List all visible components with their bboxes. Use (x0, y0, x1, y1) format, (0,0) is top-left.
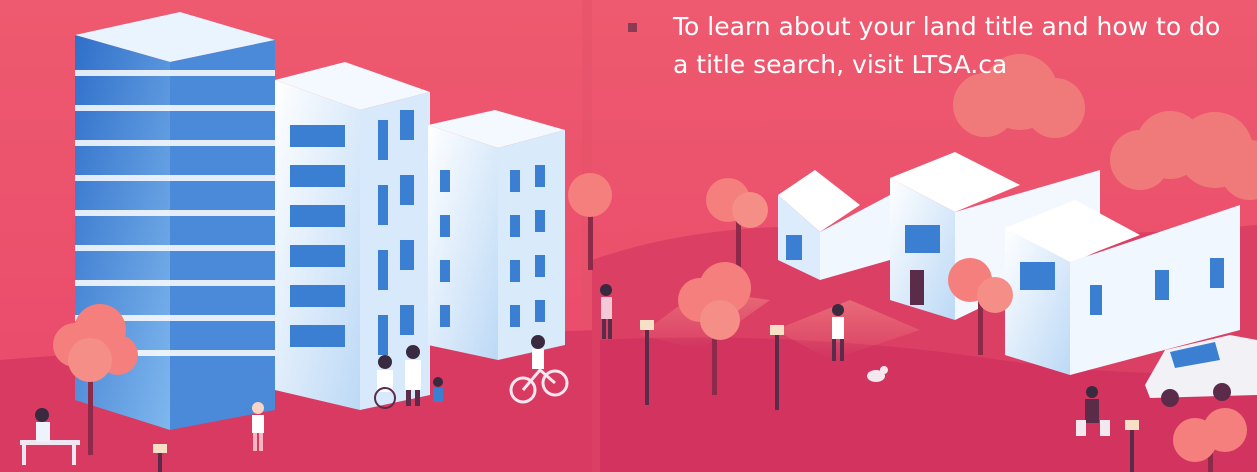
info-bullet: To learn about your land title and how t… (628, 8, 1238, 84)
bullet-marker-icon (628, 23, 637, 32)
low-rise-building-icon (428, 110, 565, 360)
mid-rise-building-icon (275, 62, 430, 410)
illustrated-scene: To learn about your land title and how t… (0, 0, 1257, 472)
pedestrian-icon (35, 408, 50, 442)
bullet-text: To learn about your land title and how t… (673, 12, 1221, 79)
pedestrian-icon (433, 377, 443, 402)
